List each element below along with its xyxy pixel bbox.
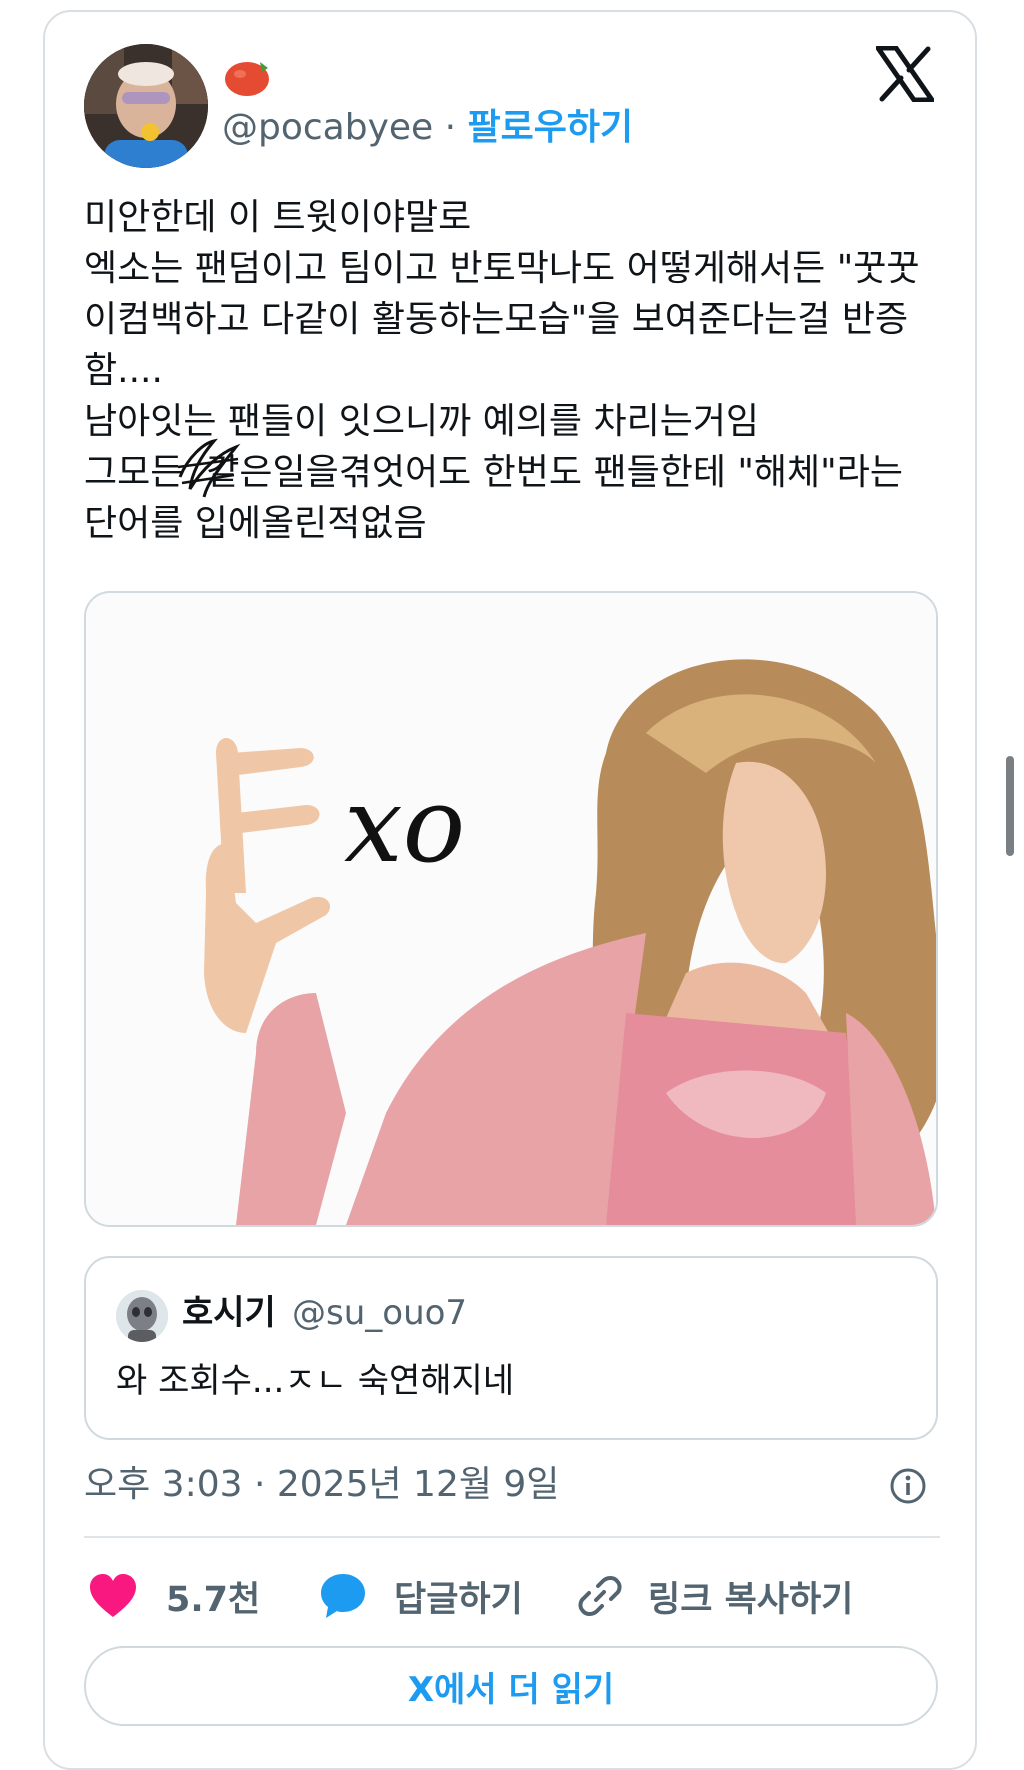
like-button[interactable]: 5.7천 <box>88 1566 260 1626</box>
author-handle[interactable]: @pocabyee <box>222 107 433 148</box>
info-icon[interactable] <box>888 1466 928 1506</box>
tomato-emoji-icon <box>225 62 269 96</box>
divider <box>84 1536 940 1538</box>
quoted-tweet[interactable]: 호시기 @su_ouo7 와 조회수...ㅈㄴ 숙연해지네 <box>84 1256 938 1440</box>
separator: · <box>444 107 457 148</box>
x-logo-icon[interactable] <box>876 46 934 102</box>
media-overlay-text: xo <box>344 764 465 886</box>
copy-link-label: 링크 복사하기 <box>648 1579 854 1620</box>
tweet-line: 미안한데 이 트윗이야말로 <box>84 197 472 238</box>
link-icon <box>578 1576 622 1616</box>
copy-link-button[interactable]: 링크 복사하기 <box>576 1566 853 1626</box>
quoted-tweet-text: 와 조회수...ㅈㄴ 숙연해지네 <box>116 1361 515 1401</box>
read-more-button[interactable]: X에서 더 읽기 <box>84 1646 938 1726</box>
tweet-timestamp[interactable]: 오후 3:03 · 2025년 12월 9일 <box>84 1460 559 1510</box>
like-count: 5.7천 <box>166 1579 261 1620</box>
quoted-author-handle: @su_ouo7 <box>292 1293 468 1333</box>
reply-button[interactable]: 답글하기 <box>318 1566 523 1626</box>
quoted-author-avatar[interactable] <box>116 1290 168 1342</box>
follow-button[interactable]: 팔로우하기 <box>468 107 634 148</box>
reply-label: 답글하기 <box>394 1579 523 1620</box>
scribble-mark <box>177 438 241 498</box>
tweet-line: 단어를 입에올린적없음 <box>84 503 427 544</box>
tweet-media-image[interactable]: xo <box>84 591 938 1227</box>
speech-bubble-icon <box>321 1574 365 1618</box>
tweet-line: 함.... <box>84 350 163 391</box>
heart-icon <box>90 1574 136 1617</box>
tweet-line: 엑소는 팬덤이고 팀이고 반토막나도 어떻게해서든 "꿋꿋 <box>84 248 920 289</box>
author-avatar[interactable] <box>84 44 208 168</box>
author-row: @pocabyee · 팔로우하기 <box>222 104 633 152</box>
quoted-author-name: 호시기 <box>182 1293 276 1333</box>
tweet-line: 이컴백하고 다같이 활동하는모습"을 보여준다는걸 반증 <box>84 299 909 340</box>
scrollbar-thumb[interactable] <box>1006 756 1014 856</box>
